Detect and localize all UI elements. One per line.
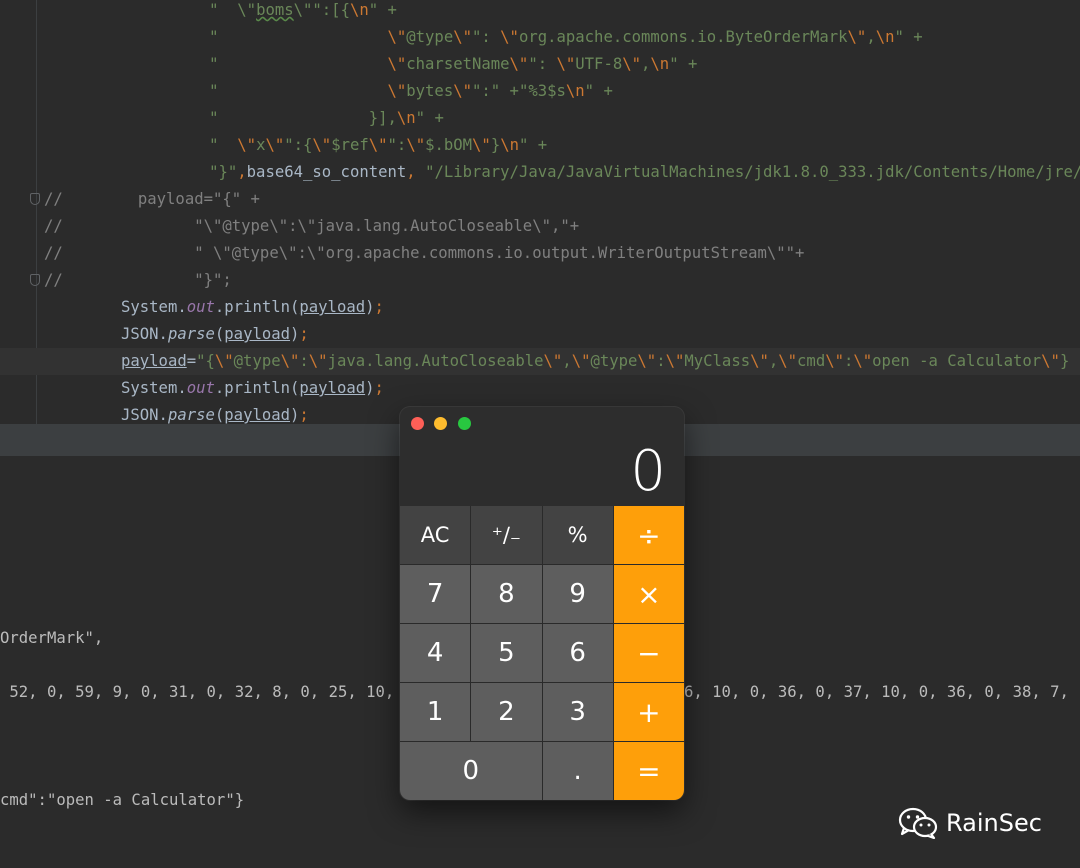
close-window-button[interactable] (411, 417, 424, 430)
zoom-window-button[interactable] (458, 417, 471, 430)
calc-key-8[interactable]: 8 (471, 565, 542, 623)
calc-key-4[interactable]: 4 (400, 624, 471, 682)
code-editor[interactable]: " \"boms\"":[{\n" + " \"@type\"": \"org.… (0, 0, 1080, 426)
calc-key-sign[interactable]: ⁺∕₋ (471, 506, 542, 564)
calc-key-plus[interactable]: + (613, 683, 684, 741)
calculator-display: 0 (630, 439, 666, 504)
console-line: cmd":"open -a Calculator"} (0, 791, 245, 809)
watermark: RainSec (898, 806, 1042, 840)
minimize-window-button[interactable] (434, 417, 447, 430)
fold-marker-icon[interactable] (30, 193, 40, 205)
calc-key-multiply[interactable]: × (613, 565, 684, 623)
calc-key-2[interactable]: 2 (471, 683, 542, 741)
calc-key-9[interactable]: 9 (542, 565, 613, 623)
console-line: 52, 0, 59, 9, 0, 31, 0, 32, 8, 0, 25, 10… (0, 683, 395, 701)
code-line[interactable]: payload="{\"@type\":\"java.lang.AutoClos… (0, 348, 1080, 375)
calc-key-0[interactable]: 0 (400, 742, 542, 800)
wechat-icon (898, 807, 938, 839)
calc-key-6[interactable]: 6 (542, 624, 613, 682)
calc-key-7[interactable]: 7 (400, 565, 471, 623)
console-line: 6, 10, 0, 36, 0, 37, 10, 0, 36, 0, 38, 7… (684, 683, 1069, 701)
calculator-keypad: AC ⁺∕₋% ÷ 7 8 9 × 4 5 6− 1 2 3 +0. = (400, 506, 684, 800)
calc-key-decimal[interactable]: . (542, 742, 613, 800)
calculator-window: 0 AC ⁺∕₋% ÷ 7 8 9 × 4 5 6− 1 2 3 +0. = (400, 407, 684, 800)
calc-key-divide[interactable]: ÷ (613, 506, 684, 564)
calc-key-1[interactable]: 1 (400, 683, 471, 741)
calc-key-percent[interactable]: % (542, 506, 613, 564)
fold-marker-icon[interactable] (30, 274, 40, 286)
calc-key-clear[interactable]: AC (400, 506, 471, 564)
calc-key-3[interactable]: 3 (542, 683, 613, 741)
watermark-text: RainSec (946, 809, 1042, 837)
calc-key-equals[interactable]: = (613, 742, 684, 800)
console-line: OrderMark", (0, 629, 104, 647)
calc-key-minus[interactable]: − (613, 624, 684, 682)
calc-key-5[interactable]: 5 (471, 624, 542, 682)
